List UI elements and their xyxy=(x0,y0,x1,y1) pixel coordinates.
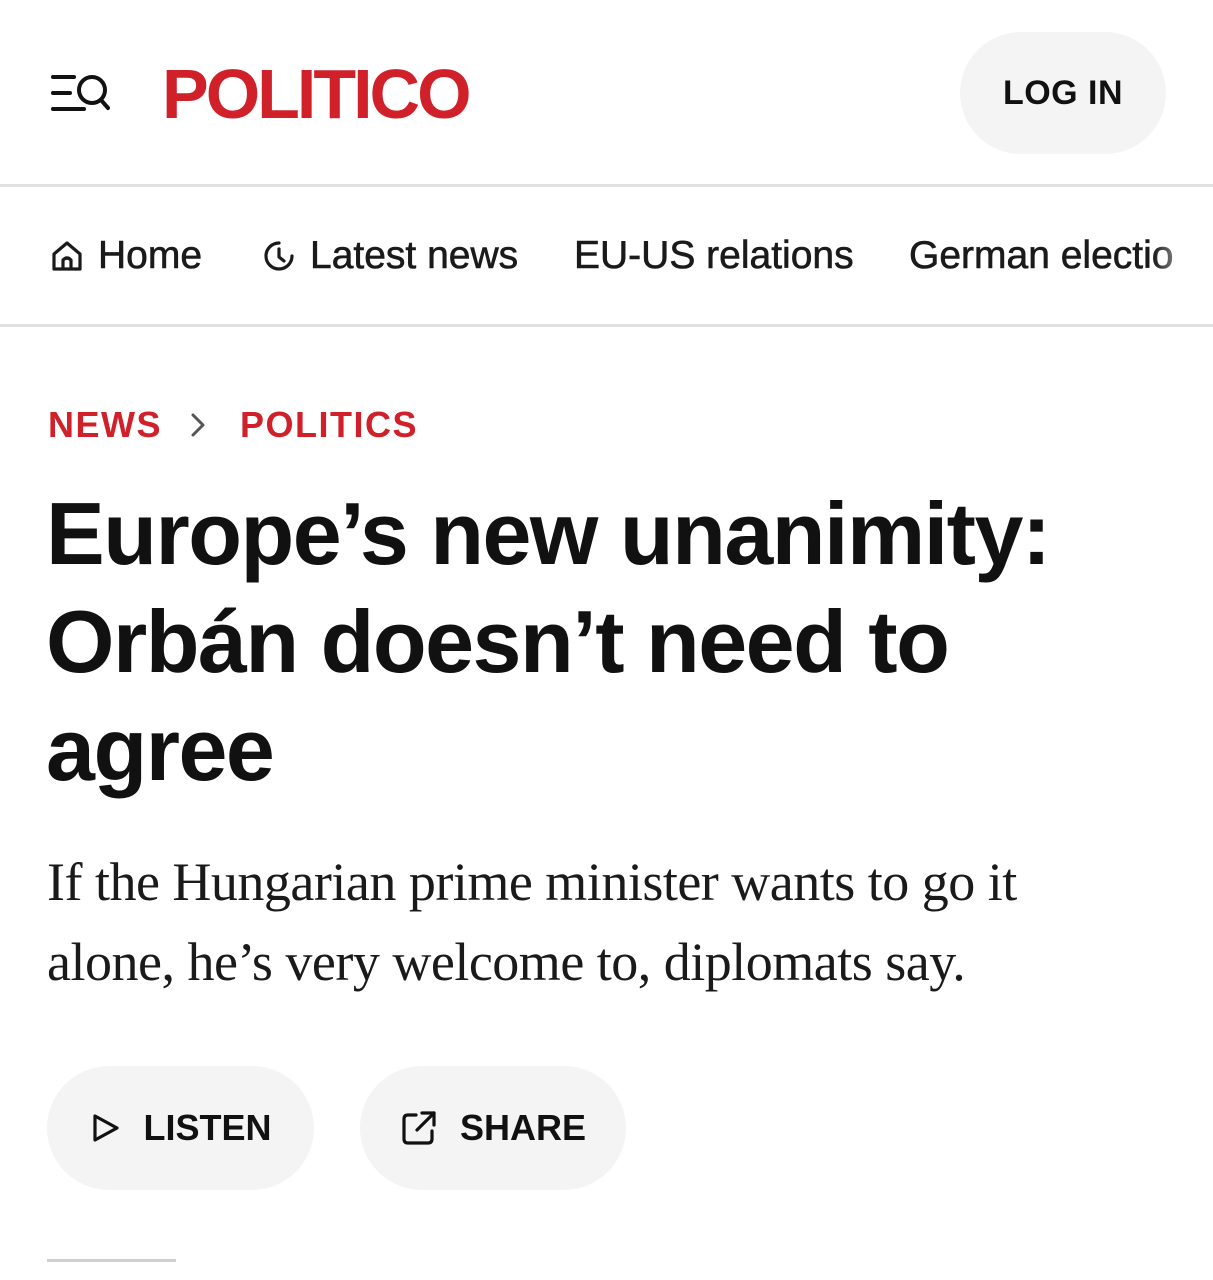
nav-item-latest-news[interactable]: Latest news xyxy=(262,187,518,324)
nav-item-eu-us-relations[interactable]: EU-US relations xyxy=(574,187,854,324)
nav-item-label: German electio xyxy=(909,233,1174,277)
nav-item-label: Latest news xyxy=(310,233,519,277)
divider xyxy=(47,1259,176,1262)
clock-icon xyxy=(264,240,294,271)
article-headline: Europe’s new unanimity: Orbán doesn’t ne… xyxy=(46,484,1051,799)
login-button[interactable]: LOG IN xyxy=(960,32,1166,154)
breadcrumb-politics[interactable]: POLITICS xyxy=(240,404,418,446)
breadcrumb: NEWS POLITICS xyxy=(48,400,418,450)
breadcrumb-news[interactable]: NEWS xyxy=(48,404,162,446)
top-bar: POLITICO LOG IN xyxy=(0,0,1213,187)
nav-item-home[interactable]: Home xyxy=(50,187,202,324)
menu-search-icon[interactable] xyxy=(50,70,112,116)
politico-logo[interactable]: POLITICO xyxy=(162,54,472,134)
chevron-right-icon xyxy=(190,412,206,438)
listen-label: LISTEN xyxy=(143,1107,272,1148)
listen-button[interactable]: LISTEN xyxy=(47,1066,314,1190)
share-button[interactable]: SHARE xyxy=(360,1066,626,1190)
home-icon xyxy=(52,240,82,271)
play-icon xyxy=(93,1114,120,1142)
nav-item-german-election[interactable]: German electio xyxy=(909,187,1174,324)
section-nav: Home Latest news EU-US relations German … xyxy=(0,187,1213,327)
nav-item-label: EU-US relations xyxy=(574,233,854,277)
share-label: SHARE xyxy=(459,1107,587,1148)
nav-item-label: Home xyxy=(98,233,203,277)
article-dek: If the Hungarian prime minister wants to… xyxy=(47,852,1017,992)
external-link-icon xyxy=(402,1111,436,1145)
